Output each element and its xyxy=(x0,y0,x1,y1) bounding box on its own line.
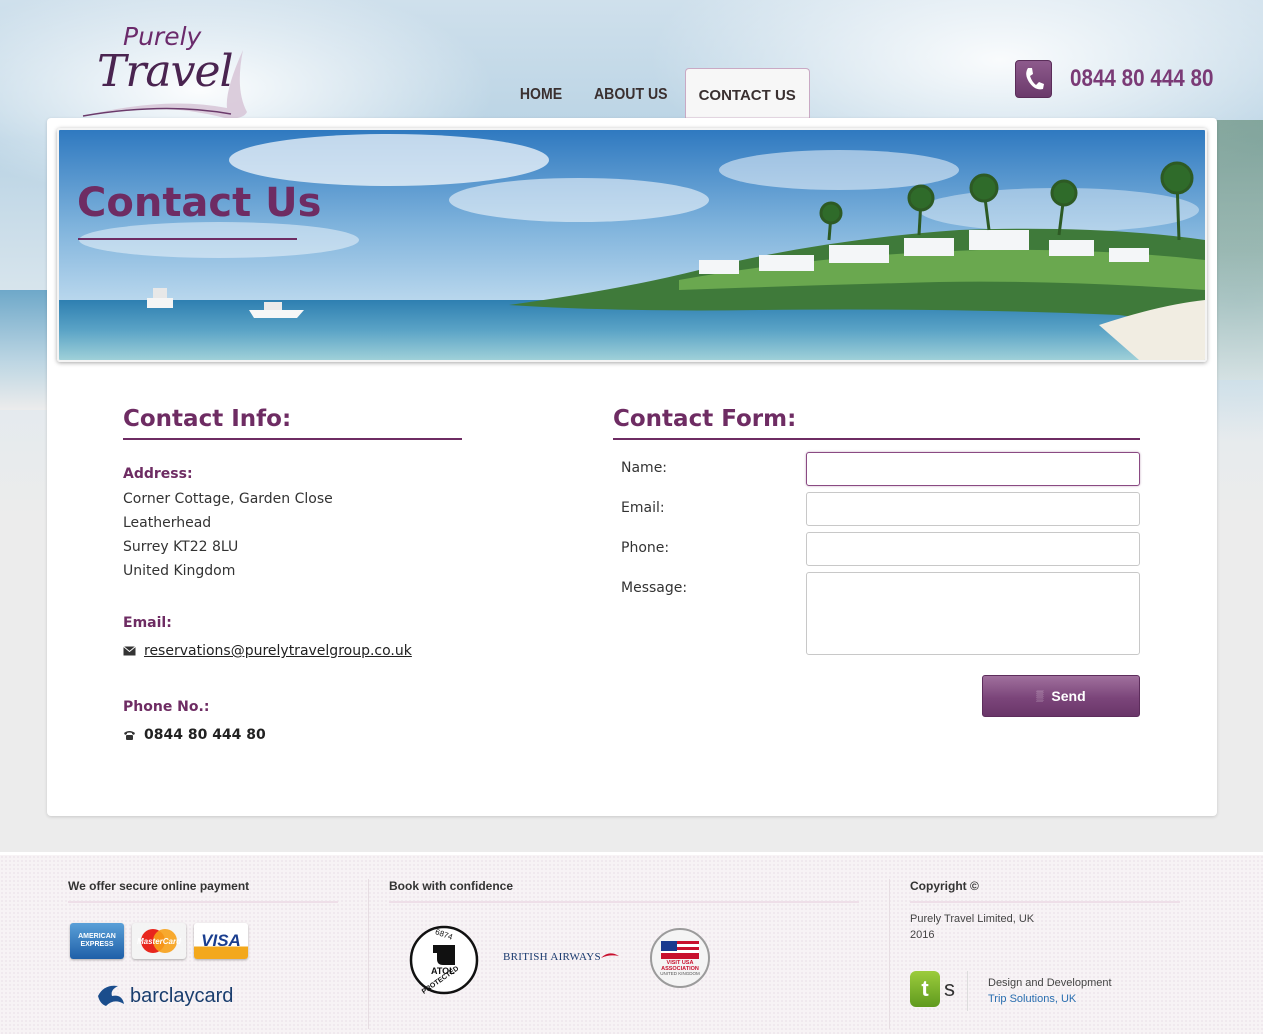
footer-divider xyxy=(889,879,890,1029)
send-button[interactable]: ▒ Send xyxy=(982,675,1140,717)
address-line: United Kingdom xyxy=(123,563,236,579)
title-underline xyxy=(78,238,297,240)
design-label: Design and Development xyxy=(988,977,1112,989)
nav-contact-us[interactable]: CONTACT US xyxy=(684,68,810,118)
address-line: Leatherhead xyxy=(123,515,212,531)
email-row: reservations@purelytravelgroup.co.uk xyxy=(123,643,463,659)
footer-divider xyxy=(368,879,369,1029)
email-link[interactable]: reservations@purelytravelgroup.co.uk xyxy=(144,643,412,659)
page-title: Contact Us xyxy=(77,180,322,226)
company-name: Purely Travel Limited, UK xyxy=(910,913,1035,925)
confidence-title: Book with confidence xyxy=(389,879,859,903)
ts-logo-icon: t xyxy=(910,971,940,1007)
payment-section: We offer secure online payment AMERICAN … xyxy=(68,879,338,1034)
phone-input[interactable] xyxy=(806,532,1140,566)
hero-banner: Contact Us xyxy=(57,128,1207,362)
address-label: Address: xyxy=(123,466,193,482)
beach-resort-image xyxy=(59,130,1205,360)
send-label: Send xyxy=(1051,688,1086,704)
mastercard-icon: MasterCard xyxy=(132,923,186,959)
message-label: Message: xyxy=(621,580,688,596)
header-phone-number: 0844 80 444 80 xyxy=(1070,65,1214,92)
envelope-icon xyxy=(123,646,137,656)
design-credit: Design and Development Trip Solutions, U… xyxy=(988,975,1112,1007)
main-nav: HOME ABOUT US CONTACT US xyxy=(505,68,810,118)
phone-field-label: Phone: xyxy=(621,540,670,556)
name-label: Name: xyxy=(621,460,668,476)
ts-logo[interactable]: t s xyxy=(910,971,955,1007)
barclaycard-eagle-icon xyxy=(98,985,124,1006)
phone-icon xyxy=(1015,60,1052,98)
address-line: Surrey KT22 8LU xyxy=(123,539,239,555)
phone-number[interactable]: 0844 80 444 80 xyxy=(144,727,266,743)
header-phone[interactable]: 0844 80 444 80 xyxy=(1015,60,1237,98)
address-block: Corner Cottage, Garden Close Leatherhead… xyxy=(123,487,463,583)
contact-form-title: Contact Form: xyxy=(613,406,1140,440)
phone-row: 0844 80 444 80 xyxy=(123,727,463,743)
amex-card-icon: AMERICAN EXPRESS xyxy=(70,923,124,959)
copyright-section: Copyright © Purely Travel Limited, UK 20… xyxy=(910,879,1180,1034)
name-input[interactable] xyxy=(806,452,1140,486)
design-link[interactable]: Trip Solutions, UK xyxy=(988,993,1076,1005)
contact-form-section: Contact Form: Name: Email: Phone: Messag… xyxy=(613,406,1140,717)
barclaycard-logo: barclaycard xyxy=(96,982,233,1010)
address-line: Corner Cottage, Garden Close xyxy=(123,491,333,507)
atol-logo: 6874 ATOL PROTECTED xyxy=(409,925,479,996)
email-label: Email: xyxy=(123,615,172,631)
british-airways-logo: BRITISH AIRWAYS xyxy=(503,951,619,963)
copyright-title: Copyright © xyxy=(910,879,1180,903)
send-icon: ▒ xyxy=(1036,690,1044,702)
design-link-row: Trip Solutions, UK xyxy=(988,991,1112,1007)
visa-card-icon: VISA xyxy=(194,923,248,959)
copyright-year: 2016 xyxy=(910,929,935,941)
email-input[interactable] xyxy=(806,492,1140,526)
footer: We offer secure online payment AMERICAN … xyxy=(0,852,1263,1034)
telephone-icon xyxy=(123,730,137,741)
visit-usa-badge-icon xyxy=(650,928,710,988)
phone-label: Phone No.: xyxy=(123,699,210,715)
ts-divider xyxy=(967,971,968,1011)
nav-home[interactable]: HOME xyxy=(509,68,572,118)
confidence-section: Book with confidence 6874 ATOL PROTECTED… xyxy=(389,879,859,1034)
ts-logo-s: s xyxy=(944,976,955,1001)
payment-title: We offer secure online payment xyxy=(68,879,338,903)
speedmarque-icon xyxy=(600,953,619,958)
contact-info-section: Contact Info: Address: Corner Cottage, G… xyxy=(123,406,463,743)
site-logo[interactable]: Purely Travel xyxy=(75,20,250,120)
contact-info-title: Contact Info: xyxy=(123,406,462,440)
message-textarea[interactable] xyxy=(806,572,1140,655)
logo-text-bottom: Travel xyxy=(97,46,234,97)
visit-usa-logo: VISIT USA ASSOCIATION UNITED KINGDOM xyxy=(649,927,711,989)
nav-about-us[interactable]: ABOUT US xyxy=(583,68,678,118)
email-field-label: Email: xyxy=(621,500,665,516)
main-content-panel: Contact Us Contact Info: Address: Corner… xyxy=(47,118,1217,816)
